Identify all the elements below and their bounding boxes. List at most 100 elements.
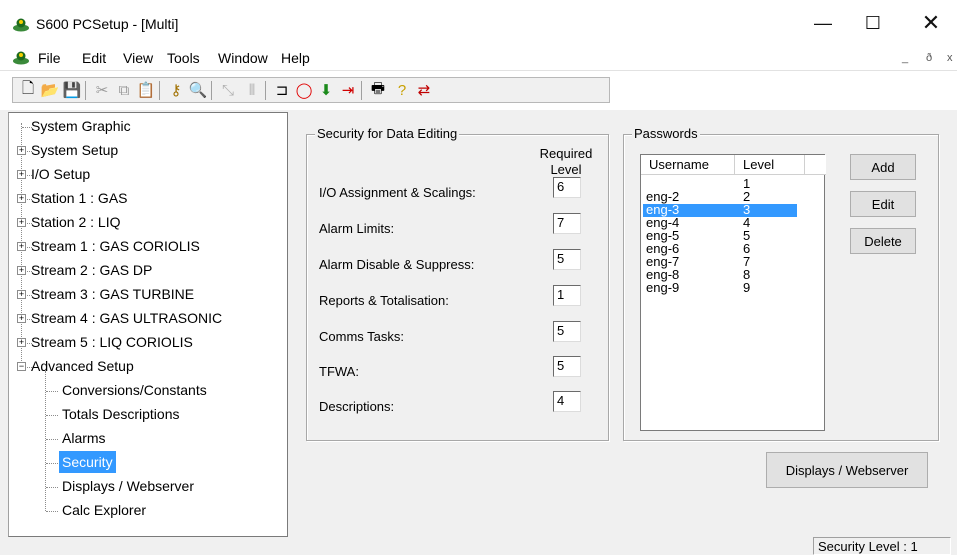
tree-item[interactable]: Stream 5 : LIQ CORIOLIS: [31, 331, 193, 353]
security-level-input[interactable]: 5: [553, 356, 581, 377]
tree-item[interactable]: Alarms: [62, 427, 106, 449]
security-level-input[interactable]: 1: [553, 285, 581, 306]
security-level-status: Security Level : 1: [813, 537, 951, 555]
main-area: System Graphic + System Setup + I/O Setup + St…: [0, 110, 957, 555]
tree-expand-icon[interactable]: +: [17, 218, 26, 227]
mdi-minimize-button[interactable]: _: [902, 52, 908, 64]
help-icon[interactable]: ?: [391, 80, 413, 100]
security-row-label: Comms Tasks:: [319, 329, 404, 344]
menu-bar: File Edit View Tools Window Help _ ð x: [0, 46, 957, 70]
print-icon[interactable]: 🖶: [367, 80, 389, 100]
tree-item[interactable]: Station 2 : LIQ: [31, 211, 121, 233]
menu-view[interactable]: View: [123, 50, 153, 66]
minimize-button[interactable]: —: [800, 8, 846, 38]
window-title: S600 PCSetup - [Multi]: [36, 16, 179, 32]
security-level-input[interactable]: 5: [553, 321, 581, 342]
tree-branch-line: [46, 415, 58, 416]
security-level-input[interactable]: 6: [553, 177, 581, 198]
list-cell-level[interactable]: 9: [743, 281, 750, 294]
save-icon[interactable]: 💾: [61, 80, 83, 100]
swap-icon[interactable]: ⇄: [413, 80, 435, 100]
security-row-label: Alarm Disable & Suppress:: [319, 257, 475, 272]
menu-edit[interactable]: Edit: [82, 50, 106, 66]
tree-item[interactable]: System Graphic: [31, 115, 131, 137]
column-header-username[interactable]: Username: [641, 155, 735, 175]
toolbar-separator: [211, 81, 212, 100]
tree-item[interactable]: Calc Explorer: [62, 499, 146, 521]
toolbar-separator: [159, 81, 160, 100]
paste-icon[interactable]: 📋: [135, 80, 157, 100]
tree-expand-icon[interactable]: +: [17, 266, 26, 275]
cut-icon[interactable]: ✂: [91, 80, 113, 100]
required-level-header-line1: Required: [539, 146, 593, 161]
tree-item[interactable]: System Setup: [31, 139, 118, 161]
passwords-list[interactable]: Username Level 1 eng-2 2 eng-3 3 eng-4 4 eng-5 5…: [640, 154, 826, 431]
toolbar-strip: 🗋 📂 💾 ✂ ⧉ 📋 ⚷ 🔍 ⤡ ⫴ ⊐ ◯ ⬇ ⇥ 🖶? ⇄: [12, 77, 610, 103]
tree-expand-icon[interactable]: +: [17, 290, 26, 299]
menu-file[interactable]: File: [38, 50, 61, 66]
security-groupbox: Security for Data Editing Required Level…: [306, 126, 609, 441]
menu-tools[interactable]: Tools: [167, 50, 200, 66]
open-icon[interactable]: 📂: [39, 80, 61, 100]
connect-disabled-icon[interactable]: ⤡: [217, 80, 239, 100]
mdi-restore-button[interactable]: ð: [926, 52, 932, 64]
copy-icon[interactable]: ⧉: [113, 80, 135, 100]
security-row-label: Reports & Totalisation:: [319, 293, 449, 308]
column-header-level[interactable]: Level: [735, 155, 805, 175]
tree-item[interactable]: Advanced Setup: [31, 355, 134, 377]
security-level-input[interactable]: 7: [553, 213, 581, 234]
tree-item[interactable]: I/O Setup: [31, 163, 90, 185]
upload-icon[interactable]: ⇥: [337, 80, 359, 100]
app-icon: [13, 18, 29, 32]
tree-expand-icon[interactable]: +: [17, 194, 26, 203]
new-icon[interactable]: 🗋: [17, 80, 39, 100]
tree-item[interactable]: Displays / Webserver: [62, 475, 194, 497]
toolbar-separator: [361, 81, 362, 100]
security-level-input[interactable]: 5: [553, 249, 581, 270]
tree-expand-icon[interactable]: +: [17, 338, 26, 347]
menu-window[interactable]: Window: [218, 50, 268, 66]
close-button[interactable]: ✕: [908, 8, 954, 38]
tree-item[interactable]: Conversions/Constants: [62, 379, 207, 401]
title-bar: S600 PCSetup - [Multi] — ☐ ✕: [0, 0, 957, 46]
security-level-input[interactable]: 4: [553, 391, 581, 412]
navigation-tree[interactable]: System Graphic + System Setup + I/O Setup + St…: [8, 112, 288, 537]
mdi-close-button[interactable]: x: [947, 52, 953, 64]
tree-item[interactable]: Station 1 : GAS: [31, 187, 128, 209]
tree-item[interactable]: Stream 3 : GAS TURBINE: [31, 283, 194, 305]
download-icon[interactable]: ⬇: [315, 80, 337, 100]
tree-item[interactable]: Stream 4 : GAS ULTRASONIC: [31, 307, 222, 329]
tree-item[interactable]: Stream 2 : GAS DP: [31, 259, 152, 281]
tree-item[interactable]: Totals Descriptions: [62, 403, 180, 425]
document-system-icon[interactable]: [12, 49, 30, 65]
menu-help[interactable]: Help: [281, 50, 310, 66]
maximize-button[interactable]: ☐: [850, 8, 896, 38]
edit-button[interactable]: Edit: [850, 191, 916, 217]
tree-branch-line: [46, 511, 58, 512]
delete-button[interactable]: Delete: [850, 228, 916, 254]
displays-webserver-button[interactable]: Displays / Webserver: [766, 452, 928, 488]
security-row-label: Descriptions:: [319, 399, 395, 414]
security-row-label: Alarm Limits:: [319, 221, 395, 236]
toolbar: 🗋 📂 💾 ✂ ⧉ 📋 ⚷ 🔍 ⤡ ⫴ ⊐ ◯ ⬇ ⇥ 🖶? ⇄: [0, 70, 957, 108]
tree-branch-line: [46, 487, 58, 488]
add-button[interactable]: Add: [850, 154, 916, 180]
security-row-label: I/O Assignment & Scalings:: [319, 185, 476, 200]
magnify-key-icon[interactable]: 🔍: [187, 80, 209, 100]
tree-item[interactable]: Stream 1 : GAS CORIOLIS: [31, 235, 200, 257]
security-row-label: TFWA:: [319, 364, 359, 379]
security-group-title: Security for Data Editing: [315, 126, 460, 141]
toolbar-separator: [85, 81, 86, 100]
tree-expand-icon[interactable]: +: [17, 242, 26, 251]
key-icon[interactable]: ⚷: [165, 80, 187, 100]
tree-item-selected[interactable]: Security: [59, 451, 116, 473]
stop-icon[interactable]: ◯: [293, 80, 315, 100]
plug-icon[interactable]: ⊐: [271, 80, 293, 100]
list-cell-username[interactable]: eng-9: [646, 281, 679, 294]
toolbar-separator: [265, 81, 266, 100]
tree-expand-icon[interactable]: +: [17, 314, 26, 323]
tree-expand-icon[interactable]: +: [17, 170, 26, 179]
tree-expand-icon[interactable]: +: [17, 146, 26, 155]
bars-disabled-icon[interactable]: ⫴: [241, 80, 263, 100]
tree-collapse-icon[interactable]: −: [17, 362, 26, 371]
